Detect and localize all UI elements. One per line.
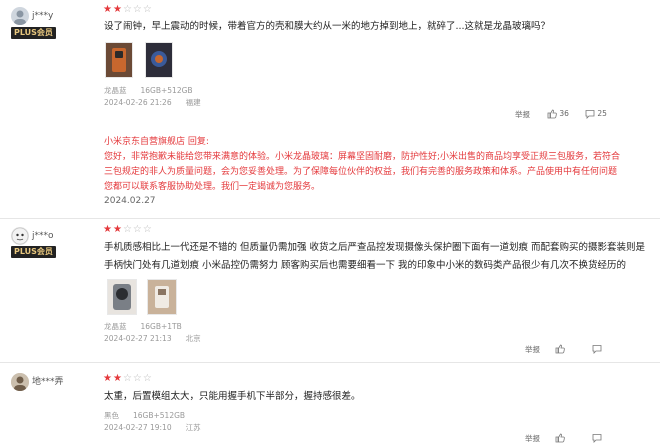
thumbs-up-icon (555, 433, 565, 443)
review-text: 太重，后置模组太大，只能用握手机下半部分，握持感很差。 (104, 391, 361, 402)
review-meta: 龙晶蓝 16GB+512GB (104, 85, 207, 96)
avatar (11, 227, 29, 245)
review-text-line: 手机质感相比上一代还是不错的 但质量仍需加强 收货之后严查品控发现摄像头保护圈下… (104, 242, 646, 253)
review-date: 2024-02-27 19:10 (104, 423, 172, 432)
rating-stars: ★★☆☆☆ (103, 224, 153, 236)
review-meta-date: 2024-02-27 21:13 北京 (104, 333, 215, 344)
product-spec: 16GB+512GB (140, 86, 193, 95)
seller-reply-date: 2024.02.27 (104, 196, 156, 206)
review-location: 江苏 (185, 423, 201, 432)
review-meta-date: 2024-02-26 21:26 福建 (104, 97, 215, 108)
review-meta: 龙晶蓝 16GB+1TB (104, 321, 196, 332)
comment-button[interactable] (592, 432, 602, 443)
rating-stars: ★★☆☆☆ (103, 4, 153, 16)
divider (0, 218, 660, 219)
star-filled-icon: ★★ (103, 224, 123, 235)
product-spec: 16GB+1TB (140, 322, 182, 331)
comment-button[interactable]: 25 (585, 108, 607, 119)
comment-icon (592, 434, 602, 443)
username: j***y (32, 11, 54, 21)
review-date: 2024-02-27 21:13 (104, 334, 172, 343)
review-image[interactable] (145, 42, 173, 78)
star-empty-icon: ☆☆☆ (122, 224, 153, 235)
review-location: 北京 (185, 334, 201, 343)
plus-member-badge: PLUS会员 (11, 27, 56, 39)
seller-reply-line: 您好，非常抱歉未能给您带来满意的体验。小米龙晶玻璃：屏幕坚固耐磨，防护性好;小米… (104, 152, 621, 162)
rating-stars: ★★☆☆☆ (103, 373, 153, 385)
comment-count: 25 (597, 109, 607, 118)
review-meta: 黑色 16GB+512GB (104, 410, 199, 421)
comment-icon (585, 110, 595, 119)
product-spec: 16GB+512GB (133, 411, 186, 420)
product-color: 龙晶蓝 (104, 322, 127, 331)
thumbs-up-icon (547, 109, 557, 119)
star-empty-icon: ☆☆☆ (122, 4, 153, 15)
plus-member-badge: PLUS会员 (11, 246, 56, 258)
username: 地***弄 (32, 377, 64, 387)
like-button[interactable]: 36 (547, 108, 569, 119)
star-filled-icon: ★★ (103, 373, 123, 384)
review-text-line: 手柄快门处有几道划痕 小米品控仍需努力 顾客购买后也需要细看一下 我的印象中小米… (104, 260, 627, 271)
report-button[interactable]: 举报 (515, 109, 530, 120)
like-button[interactable] (555, 432, 565, 443)
product-color: 黑色 (104, 411, 119, 420)
product-color: 龙晶蓝 (104, 86, 127, 95)
avatar (11, 7, 29, 25)
review-location: 福建 (185, 98, 201, 107)
avatar (11, 373, 29, 391)
seller-reply-line: 三包规定的非人为质量问题，会为您妥善处理。为了保障每位伙伴的权益，我们有完善的服… (104, 167, 618, 177)
star-filled-icon: ★★ (103, 4, 123, 15)
star-empty-icon: ☆☆☆ (122, 373, 153, 384)
review-meta-date: 2024-02-27 19:10 江苏 (104, 422, 215, 433)
report-button[interactable]: 举报 (525, 344, 540, 355)
username: j***o (32, 231, 54, 241)
comment-button[interactable] (592, 343, 602, 354)
review-image[interactable] (107, 279, 137, 315)
seller-reply-line: 您都可以联系客服协助处理。我们一定竭诚为您服务。 (104, 182, 321, 192)
thumbs-up-icon (555, 344, 565, 354)
review-date: 2024-02-26 21:26 (104, 98, 172, 107)
review-image[interactable] (105, 42, 133, 78)
comment-icon (592, 345, 602, 354)
review-text: 设了闹钟，早上震动的时候，带着官方的壳和膜大约从一米的地方掉到地上，就碎了...… (104, 21, 551, 32)
seller-reply-title: 小米京东自营旗舰店 回复: (104, 137, 209, 147)
report-button[interactable]: 举报 (525, 433, 540, 444)
like-count: 36 (559, 109, 569, 118)
like-button[interactable] (555, 343, 565, 354)
review-image[interactable] (147, 279, 177, 315)
divider (0, 362, 660, 363)
